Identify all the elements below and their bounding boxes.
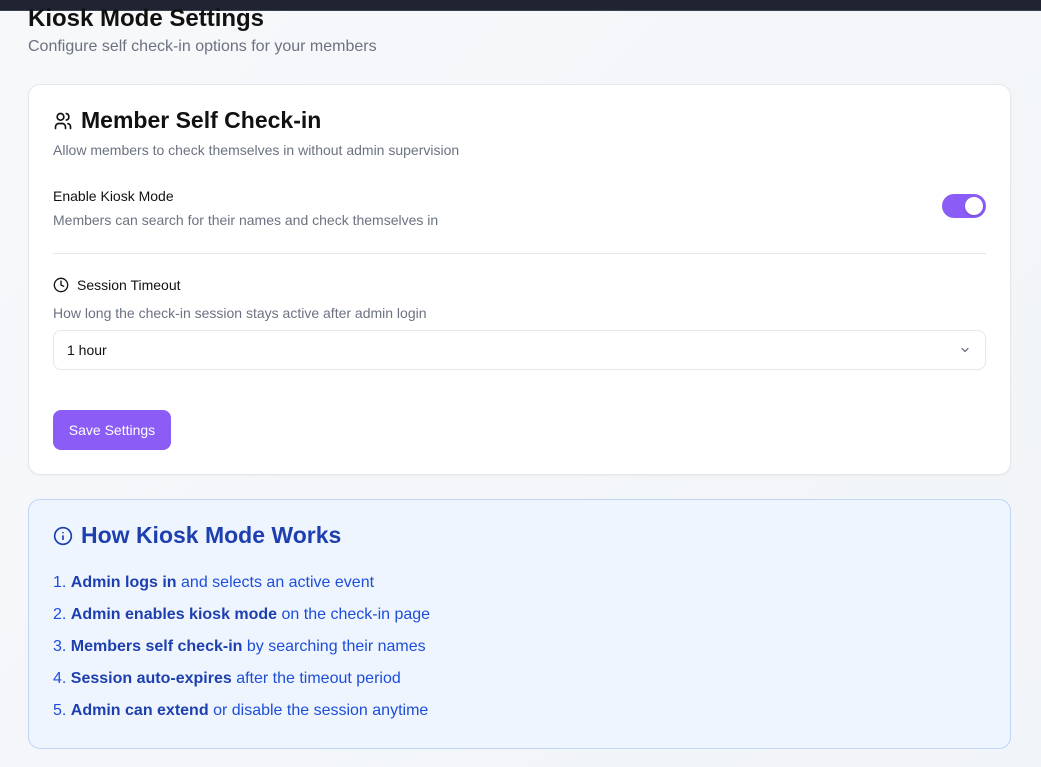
step-number: 5. — [53, 702, 67, 719]
step-strong-text: Session auto-expires — [70, 670, 232, 687]
step-rest-text: and selects an active event — [181, 574, 375, 591]
info-icon — [53, 526, 73, 545]
member-self-checkin-card: Member Self Check-in Allow members to ch… — [28, 84, 1011, 475]
steps-list: 1. Admin logs in and selects an active e… — [53, 573, 430, 733]
info-title-row: How Kiosk Mode Works — [53, 522, 341, 549]
session-timeout-help: How long the check-in session stays acti… — [53, 305, 427, 321]
step-number: 1. — [53, 574, 67, 591]
kiosk-mode-toggle[interactable] — [942, 194, 986, 218]
session-timeout-select[interactable]: 1 hour — [53, 330, 986, 370]
step-rest-text: or disable the session anytime — [213, 702, 429, 719]
page-title: Kiosk Mode Settings — [28, 5, 265, 32]
info-title: How Kiosk Mode Works — [81, 522, 342, 548]
page-header: Kiosk Mode Settings Configure self check… — [28, 2, 377, 56]
step-number: 3. — [53, 638, 67, 655]
card-description: Allow members to check themselves in wit… — [53, 142, 460, 158]
step-rest-text: after the timeout period — [236, 670, 401, 687]
toggle-knob — [965, 197, 983, 215]
step-item: 1. Admin logs in and selects an active e… — [53, 573, 430, 605]
kiosk-mode-help: Members can search for their names and c… — [53, 212, 439, 228]
page-subtitle: Configure self check-in options for your… — [28, 38, 377, 55]
card-title: Member Self Check-in — [81, 107, 322, 133]
card-title-row: Member Self Check-in — [53, 107, 321, 134]
step-strong-text: Admin enables kiosk mode — [70, 606, 278, 623]
step-item: 3. Members self check-in by searching th… — [53, 637, 430, 669]
step-strong-text: Members self check-in — [70, 638, 243, 655]
clock-icon — [53, 277, 69, 293]
session-timeout-label-row: Session Timeout — [53, 277, 181, 293]
how-kiosk-works-card: How Kiosk Mode Works 1. Admin logs in an… — [28, 499, 1011, 749]
step-rest-text: on the check-in page — [281, 606, 431, 623]
users-icon — [54, 112, 72, 129]
session-timeout-label: Session Timeout — [77, 277, 181, 293]
save-settings-button[interactable]: Save Settings — [53, 410, 171, 450]
step-item: 2. Admin enables kiosk mode on the check… — [53, 605, 430, 637]
step-item: 5. Admin can extend or disable the sessi… — [53, 701, 430, 733]
step-item: 4. Session auto-expires after the timeou… — [53, 669, 430, 701]
step-rest-text: by searching their names — [246, 638, 426, 655]
step-number: 2. — [53, 606, 67, 623]
kiosk-mode-label: Enable Kiosk Mode — [53, 188, 174, 204]
step-strong-text: Admin can extend — [70, 702, 209, 719]
divider — [53, 253, 986, 254]
session-timeout-value: 1 hour — [67, 342, 107, 358]
step-strong-text: Admin logs in — [70, 574, 177, 591]
chevron-down-icon — [961, 347, 969, 353]
step-number: 4. — [53, 670, 67, 687]
